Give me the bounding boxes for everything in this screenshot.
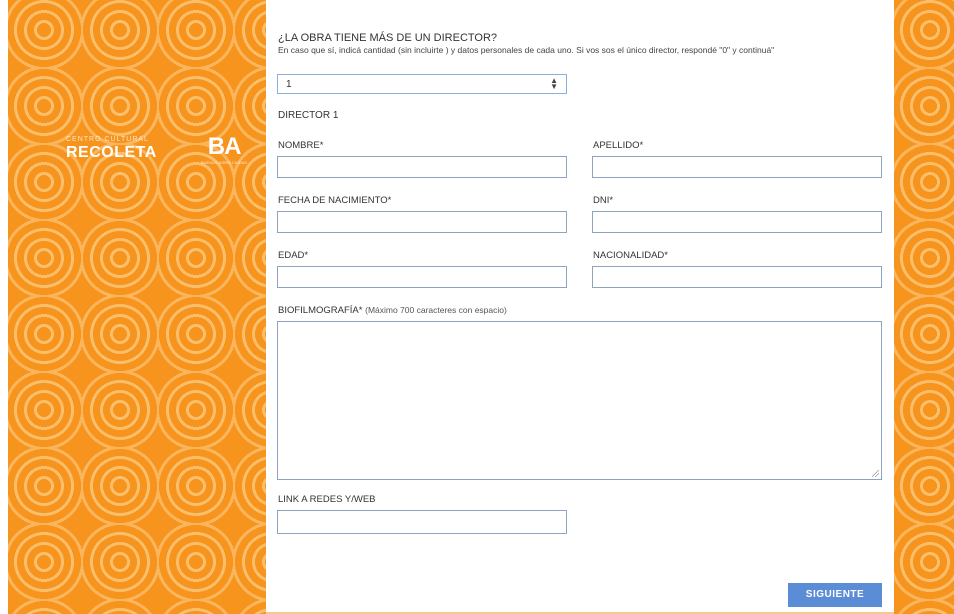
ba-logo-caption: BUENOS AIRES CIUDAD bbox=[201, 160, 248, 165]
biofilmografia-textarea[interactable] bbox=[277, 321, 882, 480]
ba-logo-mark: BA bbox=[207, 133, 242, 160]
ba-logo: BA BUENOS AIRES CIUDAD bbox=[201, 133, 248, 166]
logo-title: RECOLETA bbox=[66, 144, 157, 161]
link-field[interactable] bbox=[277, 510, 567, 534]
dni-field[interactable] bbox=[592, 211, 882, 233]
application-form: ¿LA OBRA TIENE MÁS DE UN DIRECTOR? En ca… bbox=[266, 0, 894, 614]
left-margin bbox=[0, 0, 8, 614]
question-label: ¿LA OBRA TIENE MÁS DE UN DIRECTOR? bbox=[278, 32, 498, 44]
question-hint: En caso que sí, indicá cantidad (sin inc… bbox=[278, 45, 775, 55]
biofilmografia-label: BIOFILMOGRAFÍA* (Máximo 700 caracteres c… bbox=[278, 305, 507, 316]
up-down-arrows-icon: ▲ ▼ bbox=[550, 76, 558, 91]
centro-cultural-recoleta-logo: CENTRO CULTURAL RECOLETA bbox=[66, 136, 157, 162]
edad-field[interactable] bbox=[277, 266, 567, 288]
dni-label: DNI* bbox=[593, 195, 614, 206]
director-count-select[interactable]: 1 ▲ ▼ bbox=[277, 74, 567, 94]
apellido-field[interactable] bbox=[592, 156, 882, 178]
nacionalidad-field[interactable] bbox=[592, 266, 882, 288]
fecha-nacimiento-field[interactable] bbox=[277, 211, 567, 233]
nombre-field[interactable] bbox=[277, 156, 567, 178]
director-count-value: 1 bbox=[286, 79, 292, 90]
link-label: LINK A REDES Y/WEB bbox=[278, 494, 376, 505]
decorative-pattern-right bbox=[894, 0, 954, 614]
next-button[interactable]: SIGUIENTE bbox=[788, 583, 882, 607]
section-title: DIRECTOR 1 bbox=[278, 110, 339, 121]
biofilmografia-sublabel: (Máximo 700 caracteres con espacio) bbox=[365, 305, 507, 315]
resize-handle-icon[interactable] bbox=[872, 470, 879, 477]
biofilmografia-label-text: BIOFILMOGRAFÍA* bbox=[278, 305, 363, 316]
edad-label: EDAD* bbox=[278, 250, 309, 261]
fecha-nacimiento-label: FECHA DE NACIMIENTO* bbox=[278, 195, 392, 206]
logo-subtitle: CENTRO CULTURAL bbox=[66, 136, 149, 143]
nombre-label: NOMBRE* bbox=[278, 140, 324, 151]
nacionalidad-label: NACIONALIDAD* bbox=[593, 250, 668, 261]
apellido-label: APELLIDO* bbox=[593, 140, 644, 151]
decorative-pattern-left: CENTRO CULTURAL RECOLETA BA BUENOS AIRES… bbox=[8, 0, 266, 614]
